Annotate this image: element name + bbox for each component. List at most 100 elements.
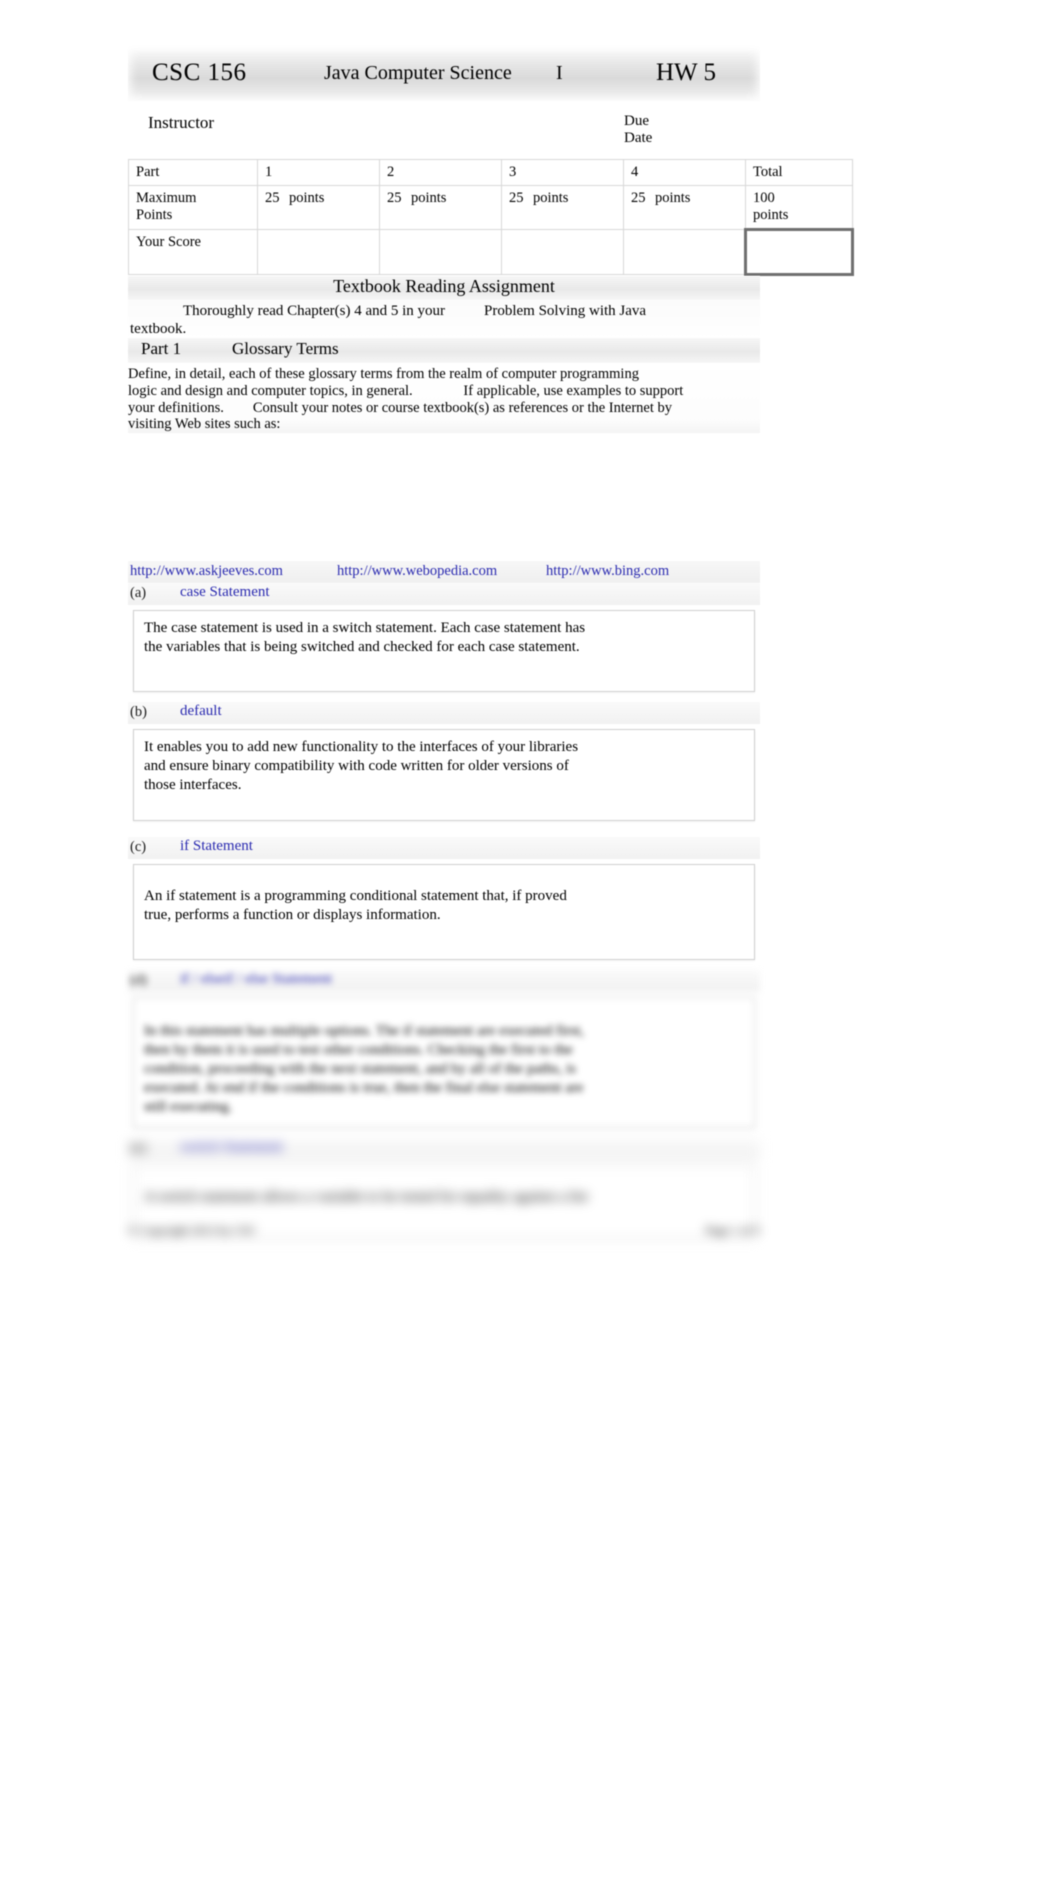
glossary-item-b: (b) default It enables you to add new fu… xyxy=(128,702,760,822)
link-bing[interactable]: http://www.bing.com xyxy=(546,563,669,580)
page-footer: © Copyright 2013 by CSC Page 1 of 5 xyxy=(128,1223,760,1243)
max-points-value-2: 25 xyxy=(387,190,402,206)
cell-part-3: 3 xyxy=(501,159,624,186)
cell-maximum-points-label: Maximum Points xyxy=(128,185,258,230)
glossary-label-c: (c) if Statement xyxy=(128,837,760,860)
instructions-line-4: visiting Web sites such as: xyxy=(128,416,281,433)
cell-max-points-4: 25 points xyxy=(623,185,746,230)
glossary-item-d: (d) if / elseif / else Statement In this… xyxy=(128,970,760,1129)
points-unit-2: points xyxy=(411,190,447,206)
table-row-maximum-points: Maximum Points 25 points 25 points 25 point… xyxy=(128,185,853,230)
link-webopedia[interactable]: http://www.webopedia.com xyxy=(337,563,497,580)
cell-part-label: Part xyxy=(128,159,258,186)
points-unit-4: points xyxy=(655,190,691,206)
cell-total-points: 100 points xyxy=(745,185,853,230)
answer-line: In this statement has multiple options. … xyxy=(144,1023,585,1040)
reference-links-row: http://www.askjeeves.com http://www.webo… xyxy=(128,561,760,584)
glossary-term-a[interactable]: case Statement xyxy=(180,584,270,601)
answer-line: the variables that is being switched and… xyxy=(144,639,580,656)
cell-max-points-2: 25 points xyxy=(379,185,502,230)
answer-line: An if statement is a programming conditi… xyxy=(144,888,567,905)
answer-line: those interfaces. xyxy=(144,777,242,794)
max-points-value-3: 25 xyxy=(509,190,524,206)
points-unit-1: points xyxy=(289,190,325,206)
reading-line-1: Thoroughly read Chapter(s) 4 and 5 in yo… xyxy=(183,303,446,319)
part1-instructions: Define, in detail, each of these glossar… xyxy=(128,363,760,434)
glossary-item-a: (a) case Statement The case statement is… xyxy=(128,583,760,693)
reading-line-2: textbook. xyxy=(130,321,187,337)
answer-line: It enables you to add new functionality … xyxy=(144,739,579,756)
points-unit-3: points xyxy=(533,190,569,206)
answer-line: and ensure binary compatibility with cod… xyxy=(144,758,569,775)
assignment-label: HW 5 xyxy=(656,59,716,86)
due-label-line1: Due xyxy=(624,113,649,129)
glossary-term-e[interactable]: switch Statement xyxy=(180,1139,283,1156)
cell-total-label: Total xyxy=(745,159,853,186)
cell-your-score-4[interactable] xyxy=(623,229,746,275)
glossary-label-a: (a) case Statement xyxy=(128,583,760,606)
instructor-label: Instructor xyxy=(148,113,215,132)
instructions-line-2: logic and design and computer topics, in… xyxy=(128,382,684,399)
answer-line: executed. At end if the conditions is tr… xyxy=(144,1080,584,1097)
glossary-letter-c: (c) xyxy=(130,839,147,856)
glossary-label-e: (e) switch Statement xyxy=(128,1138,760,1161)
glossary-term-d[interactable]: if / elseif / else Statement xyxy=(180,971,332,988)
cell-your-score-total[interactable] xyxy=(744,228,854,276)
cell-your-score-2[interactable] xyxy=(379,229,502,275)
total-points-line1: 100 xyxy=(753,190,775,206)
max-label-line1: Maximum xyxy=(136,190,197,206)
answer-line: A switch statement allows a variable to … xyxy=(144,1189,588,1206)
part1-banner: Part 1 Glossary Terms xyxy=(128,338,760,363)
answer-line: still executing. xyxy=(144,1099,233,1116)
glossary-item-c: (c) if Statement An if statement is a pr… xyxy=(128,837,760,961)
cell-part-2: 2 xyxy=(379,159,502,186)
max-points-value-4: 25 xyxy=(631,190,646,206)
answer-box-c[interactable]: An if statement is a programming conditi… xyxy=(133,864,755,961)
document-page: CSC 156 Java Computer Science I HW 5 Ins… xyxy=(0,0,1062,1885)
glossary-letter-e: (e) xyxy=(130,1140,147,1157)
max-label-line2: Points xyxy=(136,207,173,223)
cell-your-score-3[interactable] xyxy=(501,229,624,275)
answer-box-d[interactable]: In this statement has multiple options. … xyxy=(133,997,755,1129)
assignment-header-bar: CSC 156 Java Computer Science I HW 5 xyxy=(128,45,760,101)
reading-assignment-banner: Textbook Reading Assignment xyxy=(128,276,760,300)
cell-max-points-3: 25 points xyxy=(501,185,624,230)
table-row-your-score: Your Score xyxy=(128,228,854,276)
instructor-due-row: Instructor Due Date xyxy=(128,113,760,159)
reading-assignment-text: Thoroughly read Chapter(s) 4 and 5 in yo… xyxy=(128,300,760,338)
course-code: CSC 156 xyxy=(152,59,247,86)
due-label-line2: Date xyxy=(624,130,653,146)
part1-label: Part 1 xyxy=(141,339,182,358)
course-name: Java Computer Science xyxy=(324,61,512,84)
glossary-term-b[interactable]: default xyxy=(180,703,222,720)
glossary-label-d: (d) if / elseif / else Statement xyxy=(128,970,760,993)
cell-part-1: 1 xyxy=(257,159,380,186)
link-askjeeves[interactable]: http://www.askjeeves.com xyxy=(130,563,283,580)
glossary-term-c[interactable]: if Statement xyxy=(180,838,253,855)
score-table: Part 1 2 3 4 Total Maximum Points 25 poin… xyxy=(128,159,854,276)
due-date-label: Due Date xyxy=(624,113,684,147)
textbook-title: Problem Solving with Java xyxy=(484,303,647,319)
total-points-line2: points xyxy=(753,207,789,223)
instructions-line-1: Define, in detail, each of these glossar… xyxy=(128,366,639,382)
glossary-letter-a: (a) xyxy=(130,585,147,602)
answer-box-b[interactable]: It enables you to add new functionality … xyxy=(133,729,755,822)
max-points-value-1: 25 xyxy=(265,190,280,206)
glossary-label-b: (b) default xyxy=(128,702,760,725)
answer-line: then by them it is used to test other co… xyxy=(144,1042,573,1059)
cell-your-score-1[interactable] xyxy=(257,229,380,275)
answer-line: The case statement is used in a switch s… xyxy=(144,620,586,637)
answer-line: condition, proceeding with the next stat… xyxy=(144,1061,576,1078)
answer-box-a[interactable]: The case statement is used in a switch s… xyxy=(133,610,755,693)
glossary-letter-d: (d) xyxy=(130,972,147,989)
cell-max-points-1: 25 points xyxy=(257,185,380,230)
instructions-whitespace xyxy=(128,433,760,561)
answer-line: true, performs a function or displays in… xyxy=(144,907,441,924)
cell-your-score-label: Your Score xyxy=(128,229,258,275)
footer-copyright: © Copyright 2013 by CSC xyxy=(128,1223,257,1238)
footer-page-number: Page 1 of 5 xyxy=(705,1223,760,1238)
